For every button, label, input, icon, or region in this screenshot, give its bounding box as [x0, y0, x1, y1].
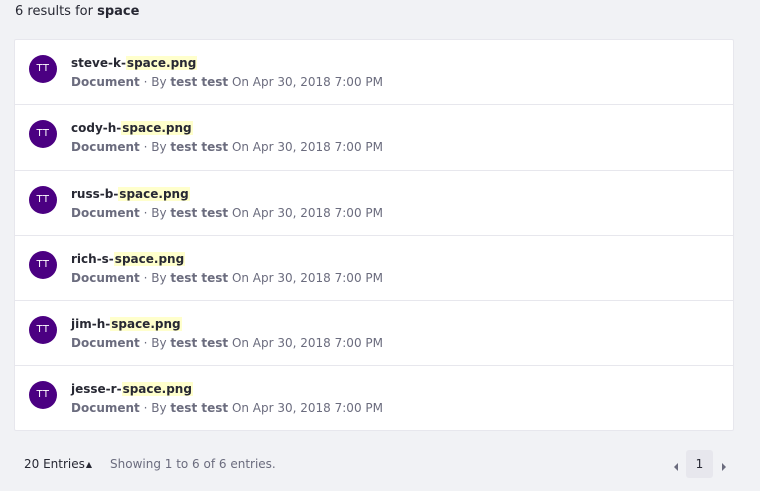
- list-item[interactable]: TT jim-h-space.png Document · By test te…: [15, 301, 733, 367]
- sort-caret-icon: ▲︎: [85, 460, 93, 469]
- pagination-bar: 20 Entries▲︎ Showing 1 to 6 of 6 entries…: [0, 450, 760, 480]
- title-prefix: russ-b-: [71, 186, 119, 201]
- by-label: · By: [143, 336, 167, 351]
- title-prefix: jesse-r-: [71, 382, 122, 397]
- author-name: test test: [170, 270, 229, 285]
- modified-date: On Apr 30, 2018 7:00 PM: [231, 270, 383, 285]
- search-keyword: space: [97, 4, 140, 19]
- avatar: TT: [29, 120, 57, 149]
- title-highlight: space.png: [118, 186, 190, 201]
- asset-type: Document: [71, 401, 140, 416]
- asset-type: Document: [71, 140, 140, 155]
- author-name: test test: [170, 401, 229, 416]
- author-name: test test: [170, 336, 229, 351]
- modified-date: On Apr 30, 2018 7:00 PM: [231, 75, 383, 89]
- title-prefix: steve-k-: [71, 56, 126, 70]
- title-highlight: space.png: [121, 382, 193, 397]
- chevron-left-icon[interactable]: [671, 458, 681, 471]
- asset-type: Document: [71, 75, 140, 89]
- avatar: TT: [29, 381, 57, 410]
- avatar: TT: [29, 316, 57, 345]
- result-meta: Document · By test test On Apr 30, 2018 …: [71, 400, 383, 416]
- result-title-link[interactable]: jim-h-space.png: [71, 316, 182, 332]
- author-name: test test: [170, 205, 229, 220]
- author-name: test test: [170, 140, 229, 155]
- by-label: · By: [143, 75, 167, 89]
- asset-type: Document: [71, 336, 140, 351]
- modified-date: On Apr 30, 2018 7:00 PM: [231, 401, 383, 416]
- results-summary: 6 results for space: [15, 3, 139, 21]
- chevron-right-icon[interactable]: [719, 458, 729, 471]
- result-title-link[interactable]: russ-b-space.png: [71, 186, 190, 202]
- by-label: · By: [143, 270, 167, 285]
- title-highlight: space.png: [113, 251, 186, 266]
- result-title-link[interactable]: jesse-r-space.png: [71, 381, 193, 397]
- result-title-link[interactable]: steve-k-space.png: [71, 55, 198, 71]
- title-prefix: jim-h-: [71, 317, 111, 332]
- result-meta: Document · By test test On Apr 30, 2018 …: [71, 205, 383, 221]
- results-list: TT steve-k-space.png Document · By test …: [14, 39, 734, 431]
- list-item[interactable]: TT jesse-r-space.png Document · By test …: [15, 366, 733, 431]
- avatar: TT: [29, 55, 57, 83]
- page-1-button[interactable]: 1: [686, 450, 713, 478]
- asset-type: Document: [71, 270, 140, 285]
- result-title-link[interactable]: rich-s-space.png: [71, 251, 186, 267]
- asset-type: Document: [71, 205, 140, 220]
- author-name: test test: [170, 75, 229, 89]
- result-meta: Document · By test test On Apr 30, 2018 …: [71, 139, 383, 155]
- by-label: · By: [143, 140, 167, 155]
- title-highlight: space.png: [121, 121, 193, 136]
- avatar: TT: [29, 250, 57, 279]
- by-label: · By: [143, 401, 167, 416]
- result-meta: Document · By test test On Apr 30, 2018 …: [71, 74, 383, 90]
- list-item[interactable]: TT cody-h-space.png Document · By test t…: [15, 105, 733, 171]
- modified-date: On Apr 30, 2018 7:00 PM: [231, 205, 383, 220]
- entries-label: 20 Entries: [24, 457, 85, 471]
- results-count-text: 6 results for: [15, 4, 93, 19]
- modified-date: On Apr 30, 2018 7:00 PM: [231, 140, 383, 155]
- title-prefix: cody-h-: [71, 121, 122, 136]
- title-highlight: space.png: [110, 317, 182, 332]
- result-meta: Document · By test test On Apr 30, 2018 …: [71, 270, 383, 286]
- result-title-link[interactable]: cody-h-space.png: [71, 120, 193, 136]
- list-item[interactable]: TT steve-k-space.png Document · By test …: [15, 40, 733, 106]
- modified-date: On Apr 30, 2018 7:00 PM: [231, 336, 383, 351]
- result-meta: Document · By test test On Apr 30, 2018 …: [71, 335, 383, 351]
- list-item[interactable]: TT rich-s-space.png Document · By test t…: [15, 236, 733, 302]
- avatar: TT: [29, 185, 57, 214]
- list-item[interactable]: TT russ-b-space.png Document · By test t…: [15, 171, 733, 236]
- entries-per-page-select[interactable]: 20 Entries▲︎: [24, 456, 92, 473]
- showing-entries-text: Showing 1 to 6 of 6 entries.: [110, 457, 276, 471]
- title-highlight: space.png: [125, 56, 198, 70]
- by-label: · By: [143, 205, 167, 220]
- title-prefix: rich-s-: [71, 251, 114, 266]
